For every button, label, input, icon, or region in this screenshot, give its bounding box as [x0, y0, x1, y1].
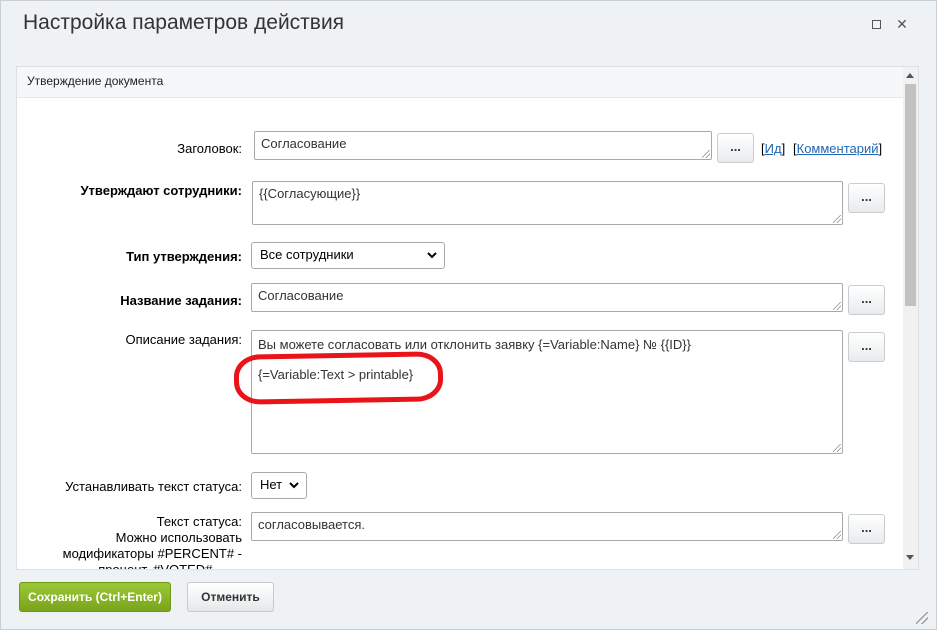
bracket-close: ] — [781, 141, 786, 156]
task-name-dots-button[interactable]: ... — [848, 285, 885, 315]
vertical-scrollbar[interactable] — [903, 67, 918, 569]
resize-handle-icon[interactable] — [833, 444, 841, 452]
close-icon[interactable]: ✕ — [893, 15, 911, 33]
scrollbar-thumb[interactable] — [905, 84, 916, 306]
status-text-label-line1: Текст статуса: — [156, 514, 242, 529]
status-text-label: Текст статуса: Можно использовать модифи… — [37, 514, 242, 570]
section-header: Утверждение документа — [17, 67, 903, 98]
approval-type-label: Тип утверждения: — [126, 249, 242, 264]
settings-dialog: Настройка параметров действия ✕ Утвержде… — [0, 0, 937, 630]
task-name-value: Согласование — [258, 288, 344, 303]
set-status-label: Устанавливать текст статуса: — [65, 479, 242, 494]
section-title: Утверждение документа — [27, 74, 164, 88]
id-link[interactable]: Ид — [765, 141, 782, 156]
approval-type-select[interactable]: Все сотрудники — [251, 242, 445, 269]
bracket-close: ] — [878, 141, 883, 156]
resize-handle-icon[interactable] — [833, 302, 841, 310]
approval-type-value: Все сотрудники — [260, 247, 354, 262]
task-name-input[interactable]: Согласование — [251, 283, 843, 312]
task-description-label: Описание задания: — [125, 332, 242, 347]
red-annotation-circle — [233, 351, 444, 405]
status-text-label-line4: процент, #VOTED# - , ... — [98, 562, 242, 570]
task-description-line1: Вы можете согласовать или отклонить заяв… — [258, 337, 691, 352]
set-status-value: Нет — [260, 477, 283, 492]
set-status-select[interactable]: Нет — [251, 472, 307, 499]
approvers-value: {{Согласующие}} — [259, 186, 361, 201]
task-description-dots-button[interactable]: ... — [848, 332, 885, 362]
chevron-down-icon — [289, 482, 299, 489]
chevron-down-icon — [427, 252, 437, 259]
save-button[interactable]: Сохранить (Ctrl+Enter) — [19, 582, 171, 612]
id-link-wrap: [Ид] — [761, 141, 785, 156]
resize-handle-icon[interactable] — [833, 215, 841, 223]
approvers-textarea[interactable]: {{Согласующие}} — [252, 181, 843, 225]
comment-link-wrap: [Комментарий] — [793, 141, 882, 156]
heading-input[interactable]: Согласование — [254, 131, 712, 160]
dialog-titlebar[interactable]: Настройка параметров действия ✕ — [1, 1, 936, 49]
scroll-up-icon[interactable] — [906, 73, 914, 78]
status-text-label-line2: Можно использовать — [115, 530, 242, 545]
status-text-input[interactable]: согласовывается. — [251, 512, 843, 541]
scroll-down-icon[interactable] — [906, 555, 914, 560]
resize-handle-icon[interactable] — [833, 531, 841, 539]
approvers-dots-button[interactable]: ... — [848, 183, 885, 213]
dialog-content: Утверждение документа Заголовок: Согласо… — [16, 66, 919, 570]
task-name-label: Название задания: — [120, 293, 242, 308]
resize-handle-icon[interactable] — [702, 150, 710, 158]
approvers-label: Утверждают сотрудники: — [80, 183, 242, 198]
status-text-label-line3: модификаторы #PERCENT# - — [62, 546, 242, 561]
heading-dots-button[interactable]: ... — [717, 133, 754, 163]
cancel-button[interactable]: Отменить — [187, 582, 274, 612]
status-text-dots-button[interactable]: ... — [848, 514, 885, 544]
dialog-resize-grip-icon[interactable] — [916, 612, 928, 624]
status-text-value: согласовывается. — [258, 517, 366, 532]
maximize-icon[interactable] — [867, 15, 885, 33]
dialog-title: Настройка параметров действия — [23, 11, 345, 34]
heading-value: Согласование — [261, 136, 347, 151]
comment-link[interactable]: Комментарий — [797, 141, 879, 156]
heading-label: Заголовок: — [177, 141, 242, 156]
